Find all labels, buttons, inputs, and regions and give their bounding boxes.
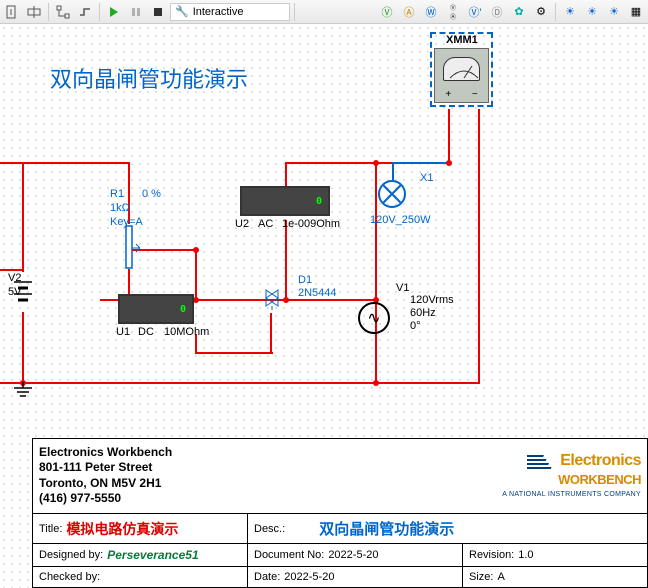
v2-value: 5V xyxy=(8,286,21,298)
company-logo: Electronics WORKBENCH A NATIONAL INSTRUM… xyxy=(502,452,641,499)
x1-spec: 120V_250W xyxy=(370,214,431,226)
designed-label: Designed by: xyxy=(39,549,103,561)
v2-ref: V2 xyxy=(8,272,21,284)
docno-value: 2022-5-20 xyxy=(328,549,378,561)
toolbar: 🔧 Interactive Ⓥ Ⓐ Ⓦ ⓋⒶ Ⓥ' Ⓓ ✿ ⚙ ☀ ☀ ☀ ▦ xyxy=(0,0,648,24)
instrument-icon[interactable]: ▦ xyxy=(626,2,646,22)
instrument-xmm1[interactable]: XMM1 +− xyxy=(430,32,493,107)
checked-label: Checked by: xyxy=(39,571,100,583)
date-value: 2022-5-20 xyxy=(284,571,334,583)
d1-part: 2N5444 xyxy=(298,287,337,299)
scope-icon-1[interactable]: ☀ xyxy=(560,2,580,22)
desc-label: Desc.: xyxy=(254,523,285,535)
company-address: Electronics Workbench 801-111 Peter Stre… xyxy=(39,445,172,507)
component-v1[interactable]: ∿ xyxy=(358,302,390,334)
u1-ref: U1 xyxy=(116,326,130,338)
tb-btn-hier[interactable] xyxy=(53,2,73,22)
pause-button[interactable] xyxy=(126,2,146,22)
designed-value: Perseverance51 xyxy=(107,548,198,562)
meter-needle-icon xyxy=(443,57,480,81)
probe-d-icon[interactable]: Ⓓ xyxy=(487,2,507,22)
u1-mode: DC xyxy=(138,326,154,338)
u2-ref: U2 xyxy=(235,218,249,230)
rev-label: Revision: xyxy=(469,549,514,561)
ground-icon xyxy=(12,382,34,400)
x1-ref: X1 xyxy=(420,172,433,184)
r1-key: Key=A xyxy=(110,216,143,228)
u2-mode: AC xyxy=(258,218,273,230)
sim-mode-label: Interactive xyxy=(193,6,244,18)
v1-ref: V1 xyxy=(396,282,409,294)
date-label: Date: xyxy=(254,571,280,583)
title-value: 模拟电路仿真演示 xyxy=(66,519,178,539)
tb-btn-1[interactable] xyxy=(2,2,22,22)
v1-phase: 0° xyxy=(410,320,421,332)
probe-settings-icon[interactable]: ✿ xyxy=(509,2,529,22)
titleblock: Electronics Workbench 801-111 Peter Stre… xyxy=(32,438,648,588)
run-button[interactable] xyxy=(104,2,124,22)
xmm1-ref: XMM1 xyxy=(446,34,501,46)
u1-imp: 10MOhm xyxy=(164,326,209,338)
probe-v-icon[interactable]: Ⓥ xyxy=(377,2,397,22)
scope-icon-2[interactable]: ☀ xyxy=(582,2,602,22)
wrench-icon: 🔧 xyxy=(175,5,189,18)
probe-w-icon[interactable]: Ⓦ xyxy=(421,2,441,22)
tb-btn-step[interactable] xyxy=(75,2,95,22)
schematic-title: 双向晶闸管功能演示 xyxy=(50,62,248,94)
v1-freq: 60Hz xyxy=(410,307,436,319)
r1-percent: 0 % xyxy=(142,188,161,200)
d1-ref: D1 xyxy=(298,274,312,286)
size-label: Size: xyxy=(469,571,493,583)
probe-va-icon[interactable]: ⓋⒶ xyxy=(443,2,463,22)
stop-button[interactable] xyxy=(148,2,168,22)
u2-imp: 1e-009Ohm xyxy=(282,218,340,230)
component-r1[interactable] xyxy=(120,222,140,275)
scope-icon-3[interactable]: ☀ xyxy=(604,2,624,22)
size-value: A xyxy=(497,571,504,583)
component-u2[interactable]: 0 xyxy=(240,186,330,216)
v1-amp: 120Vrms xyxy=(410,294,454,306)
title-label: Title: xyxy=(39,523,62,535)
component-d1[interactable] xyxy=(258,286,288,310)
component-u1[interactable]: 0 xyxy=(118,294,194,324)
docno-label: Document No: xyxy=(254,549,324,561)
logo-icon xyxy=(527,452,557,472)
component-x1[interactable] xyxy=(378,180,406,208)
sim-mode-select[interactable]: 🔧 Interactive xyxy=(170,3,290,21)
r1-value: 1kΩ xyxy=(110,202,130,214)
gear-icon[interactable]: ⚙ xyxy=(531,2,551,22)
desc-value: 双向晶闸管功能演示 xyxy=(319,518,454,539)
u1-reading: 0 xyxy=(180,304,186,315)
probe-ref-icon[interactable]: Ⓥ' xyxy=(465,2,485,22)
probe-a-icon[interactable]: Ⓐ xyxy=(399,2,419,22)
u2-reading: 0 xyxy=(316,196,322,207)
tb-btn-2[interactable] xyxy=(24,2,44,22)
rev-value: 1.0 xyxy=(518,549,533,561)
r1-ref: R1 xyxy=(110,188,124,200)
